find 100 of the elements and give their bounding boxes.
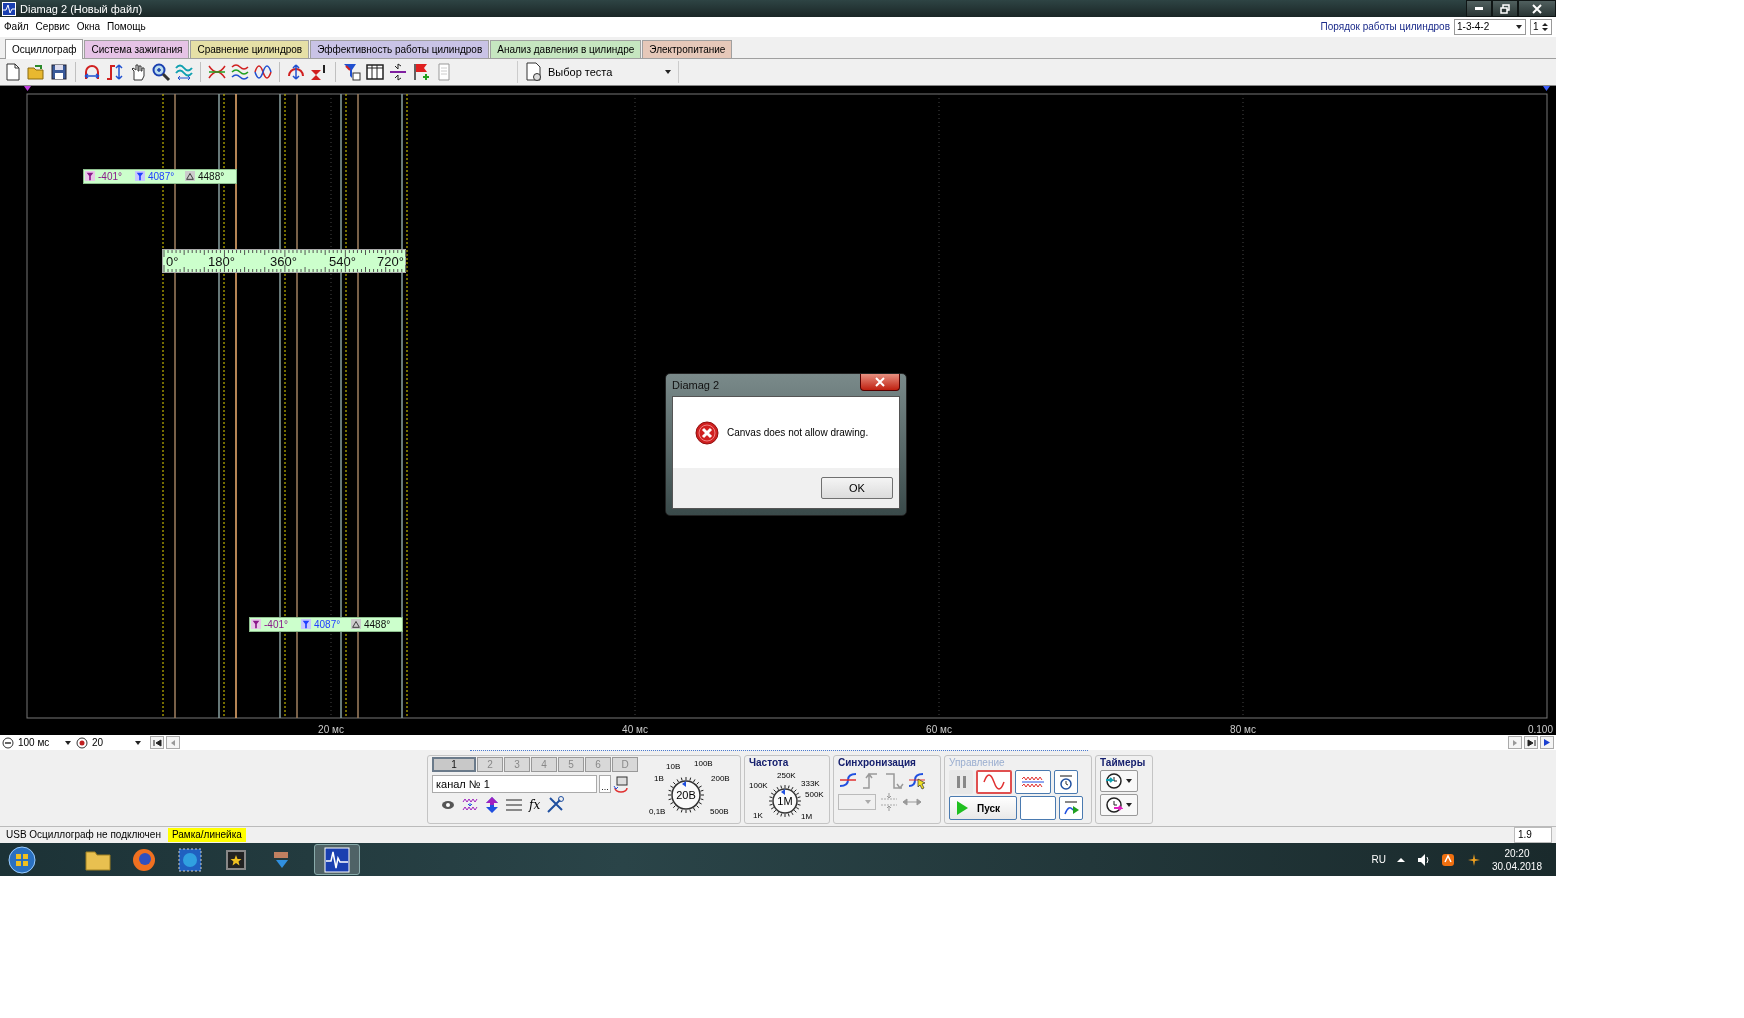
angle-ruler[interactable]: 0° 180° 360° 540° 720° <box>162 248 406 273</box>
frequency-knob[interactable] <box>768 784 802 818</box>
knob-value: 1M <box>777 795 793 808</box>
axis-label: 60 мс <box>926 723 952 735</box>
split-arrows-icon[interactable] <box>388 61 408 82</box>
auto-play-button[interactable] <box>1059 796 1083 821</box>
swap-arrows-icon[interactable] <box>613 775 630 793</box>
caret-icon[interactable] <box>1515 22 1523 31</box>
zoom-in-icon[interactable] <box>76 736 88 749</box>
triple-wave-icon[interactable] <box>230 61 250 82</box>
tab[interactable]: Электропитание <box>642 39 733 58</box>
close-icon <box>1532 3 1542 14</box>
spin-arrows-icon[interactable] <box>1541 21 1549 32</box>
marker-line[interactable] <box>401 93 403 719</box>
time-scale-dropdown[interactable]: 100 мс <box>16 736 74 750</box>
tab[interactable]: Система зажигания <box>84 39 190 58</box>
scale-label: 0,1В <box>649 807 666 817</box>
table-icon[interactable] <box>365 61 385 82</box>
scale-label: 1M <box>801 812 813 822</box>
shield-app-icon[interactable] <box>1439 851 1456 868</box>
start-orb-icon[interactable] <box>8 845 36 874</box>
marker-line[interactable] <box>340 93 342 719</box>
menu-item[interactable]: Сервис <box>35 21 70 33</box>
test-select-dropdown[interactable]: Выбор теста <box>517 60 679 83</box>
axis-label: 20 мс <box>318 723 344 735</box>
marker-line[interactable] <box>296 93 298 719</box>
caret-icon[interactable] <box>64 738 72 747</box>
cursor-line[interactable] <box>345 93 347 719</box>
end-funnel-icon <box>134 170 146 183</box>
empty-button[interactable] <box>1020 796 1056 821</box>
scale-label: 250K <box>777 771 796 781</box>
tab[interactable]: Эффективность работы цилиндров <box>310 39 490 58</box>
flag-plus-icon[interactable] <box>411 61 431 82</box>
error-message: Canvas does not allow drawing. <box>727 427 869 438</box>
up-arrow-icon[interactable] <box>1395 855 1406 864</box>
tab[interactable]: Анализ давления в цилиндре <box>490 39 642 58</box>
cursor-line[interactable] <box>223 93 225 719</box>
channel-button[interactable]: 1 <box>432 757 476 773</box>
tab[interactable]: Осциллограф <box>5 38 84 59</box>
magnifier-icon[interactable] <box>151 61 171 82</box>
group-title: Таймеры <box>1100 757 1147 769</box>
zoom-out-icon[interactable] <box>2 736 14 749</box>
triangle-icon <box>350 618 362 631</box>
restore-button[interactable] <box>1492 0 1518 17</box>
active-app-button[interactable] <box>314 844 360 876</box>
ruler-label: 180° <box>208 253 235 269</box>
globe-app-icon[interactable] <box>176 845 204 874</box>
cylinder-count-spinner[interactable]: 1 <box>1530 18 1552 35</box>
marker-line[interactable] <box>279 93 281 719</box>
caret-icon[interactable] <box>664 67 672 76</box>
auto-clock-button[interactable] <box>1054 770 1078 795</box>
menu-item[interactable]: Файл <box>4 21 29 33</box>
first-page-button[interactable] <box>150 736 164 750</box>
timer-dropdown[interactable] <box>1100 770 1138 793</box>
ok-button[interactable]: OK <box>821 477 893 499</box>
group-title: Частота <box>749 757 790 769</box>
scale-label: 100K <box>749 781 768 791</box>
arc-arrow-icon[interactable] <box>286 61 306 82</box>
menu-item[interactable]: Помощь <box>107 21 146 33</box>
start-angle: -401° <box>264 618 288 630</box>
clock-icon <box>1058 774 1074 791</box>
channel-name-field[interactable]: канал № 1 <box>432 775 597 794</box>
axis-label: 80 мс <box>1230 723 1256 735</box>
play-button[interactable] <box>1540 736 1554 750</box>
up-down-arrow-icon[interactable] <box>485 796 499 815</box>
start-funnel-icon <box>84 170 96 183</box>
marker-line[interactable] <box>357 93 359 719</box>
menu-item[interactable]: Окна <box>76 21 101 33</box>
zoom-dropdown[interactable]: 20 <box>90 736 144 750</box>
cursor-wave-icon[interactable] <box>907 770 927 791</box>
formula-button[interactable]: fx <box>529 798 541 813</box>
marker-line[interactable] <box>174 93 176 719</box>
document-gear-icon <box>524 61 542 82</box>
funnel-icon[interactable] <box>342 61 362 82</box>
timer-dropdown[interactable] <box>1100 794 1138 817</box>
new-file-icon[interactable] <box>3 61 23 82</box>
language-indicator[interactable]: RU <box>1371 854 1386 866</box>
axis-label: 40 мс <box>622 723 648 735</box>
save-icon[interactable] <box>49 61 69 82</box>
clock[interactable]: 20:20 30.04.2018 <box>1491 846 1542 873</box>
marker-line[interactable] <box>235 93 237 719</box>
voltage-knob[interactable] <box>667 776 705 814</box>
cylinder-order-dropdown[interactable]: 1-3-4-2 <box>1454 18 1526 35</box>
marker-line[interactable] <box>218 93 220 719</box>
scale-label: 333K <box>801 779 820 789</box>
last-page-button[interactable] <box>1524 736 1538 750</box>
scale-label: 200В <box>711 774 730 784</box>
caret-icon[interactable] <box>134 738 142 747</box>
close-button[interactable] <box>860 374 900 391</box>
window-title: Diamag 2 (Новый файл) <box>20 2 143 15</box>
pulse-arrow-icon[interactable] <box>105 61 125 82</box>
tab[interactable]: Сравнение цилиндров <box>190 39 310 58</box>
delta-angle: 4488° <box>364 618 391 630</box>
close-button[interactable] <box>1518 0 1556 17</box>
cursor-line[interactable] <box>162 93 164 719</box>
more-button[interactable]: ... <box>599 775 611 794</box>
minimize-button[interactable] <box>1466 0 1492 17</box>
cursor-line[interactable] <box>284 93 286 719</box>
status-text: Рамка/линейка <box>167 828 246 843</box>
end-angle: 4087° <box>148 170 175 182</box>
